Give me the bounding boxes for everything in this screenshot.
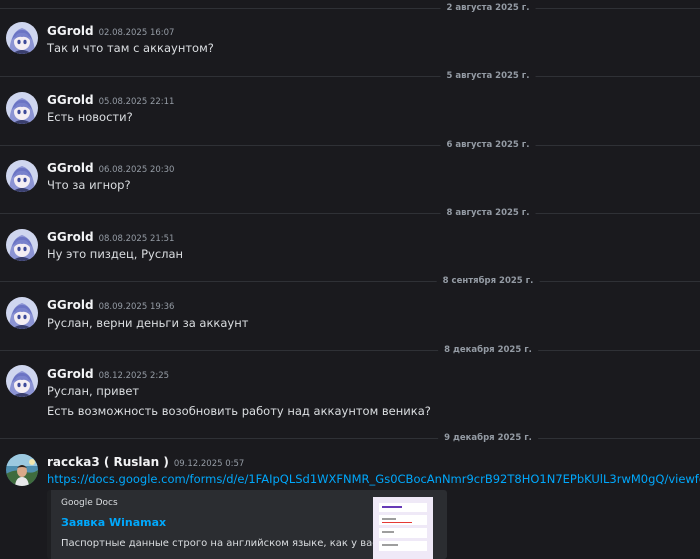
avatar[interactable] — [6, 160, 38, 192]
date-divider: 8 сентября 2025 г. — [0, 274, 700, 288]
author-name[interactable]: GGrold — [47, 230, 94, 244]
embed-provider[interactable]: Google Docs — [61, 498, 118, 508]
date-divider: 8 декабря 2025 г. — [0, 343, 700, 357]
link-embed: Google Docs Заявка Winamax Паспортные да… — [47, 490, 447, 559]
date-divider-label: 8 августа 2025 г. — [440, 206, 536, 220]
embed-description: Паспортные данные строго на английском я… — [61, 538, 387, 549]
date-divider: 2 августа 2025 г. — [0, 1, 700, 15]
message-header: GGrold 08.09.2025 19:36 — [47, 298, 174, 312]
date-divider-label: 8 декабря 2025 г. — [438, 343, 538, 357]
timestamp: 08.08.2025 21:51 — [98, 234, 175, 244]
author-name[interactable]: GGrold — [47, 161, 94, 175]
message-link[interactable]: https://docs.google.com/forms/d/e/1FAIpQ… — [47, 472, 700, 486]
date-divider-label: 8 сентября 2025 г. — [436, 274, 540, 288]
avatar[interactable] — [6, 22, 38, 54]
date-divider-label: 6 августа 2025 г. — [440, 138, 536, 152]
timestamp: 08.09.2025 19:36 — [98, 302, 175, 312]
date-divider-label: 5 августа 2025 г. — [440, 69, 536, 83]
avatar[interactable] — [6, 365, 38, 397]
date-divider: 8 августа 2025 г. — [0, 206, 700, 220]
timestamp: 05.08.2025 22:11 — [98, 97, 175, 107]
avatar[interactable] — [6, 92, 38, 124]
date-divider: 6 августа 2025 г. — [0, 138, 700, 152]
date-divider: 5 августа 2025 г. — [0, 69, 700, 83]
date-divider: 9 декабря 2025 г. — [0, 431, 700, 445]
avatar[interactable] — [6, 229, 38, 261]
author-name[interactable]: GGrold — [47, 24, 94, 38]
message-header: GGrold 05.08.2025 22:11 — [47, 93, 174, 107]
embed-title[interactable]: Заявка Winamax — [61, 516, 166, 529]
timestamp: 09.12.2025 0:57 — [173, 459, 245, 469]
timestamp: 06.08.2025 20:30 — [98, 165, 175, 175]
form-preview-icon — [373, 497, 433, 559]
date-divider-label: 2 августа 2025 г. — [440, 1, 536, 15]
timestamp: 02.08.2025 16:07 — [98, 28, 175, 38]
author-name[interactable]: GGrold — [47, 93, 94, 107]
author-name[interactable]: raccka3 ( Ruslan ) — [47, 455, 169, 469]
message-text: Так и что там с аккаунтом? — [47, 41, 214, 55]
message-text: Руслан, привет — [47, 384, 140, 398]
message-header: GGrold 02.08.2025 16:07 — [47, 24, 174, 38]
avatar[interactable] — [6, 297, 38, 329]
message-header: raccka3 ( Ruslan ) 09.12.2025 0:57 — [47, 455, 244, 469]
message-header: GGrold 06.08.2025 20:30 — [47, 161, 174, 175]
date-divider-label: 9 декабря 2025 г. — [438, 431, 538, 445]
message-text: Что за игнор? — [47, 178, 131, 192]
avatar[interactable] — [6, 454, 38, 486]
message-text: Есть новости? — [47, 110, 133, 124]
message-text: Есть возможность возобновить работу над … — [47, 404, 431, 418]
message-text: Руслан, верни деньги за аккаунт — [47, 316, 249, 330]
message-header: GGrold 08.08.2025 21:51 — [47, 230, 174, 244]
embed-thumbnail[interactable] — [373, 497, 433, 559]
author-name[interactable]: GGrold — [47, 298, 94, 312]
message-text: Ну это пиздец, Руслан — [47, 247, 184, 261]
message-header: GGrold 08.12.2025 2:25 — [47, 367, 169, 381]
author-name[interactable]: GGrold — [47, 367, 94, 381]
timestamp: 08.12.2025 2:25 — [98, 371, 170, 381]
